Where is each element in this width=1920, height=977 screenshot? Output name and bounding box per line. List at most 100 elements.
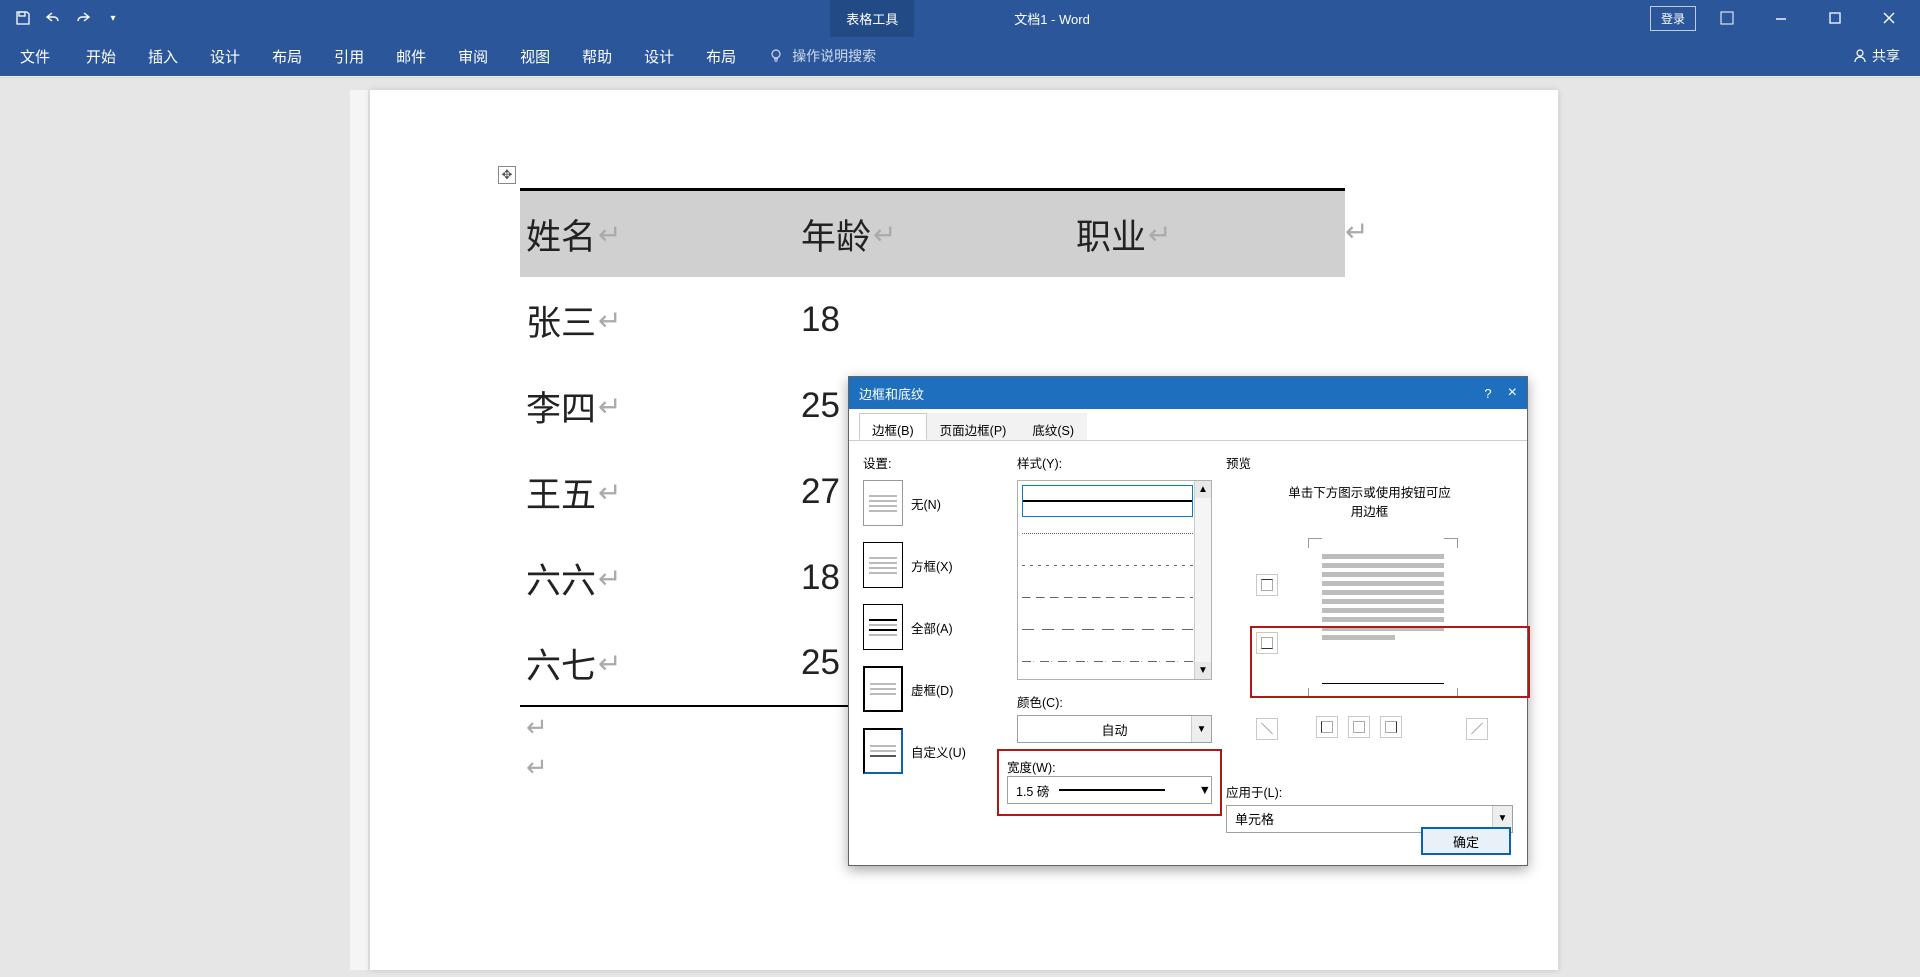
setting-none[interactable]: 无(N) [863, 480, 1003, 526]
borders-shading-dialog: 边框和底纹 ? × 边框(B) 页面边框(P) 底纹(S) 设置: 无(N) [848, 376, 1528, 866]
quick-access-toolbar: ▾ [0, 9, 122, 27]
ribbon-tabs: 文件 开始 插入 设计 布局 引用 邮件 审阅 视图 帮助 设计 布局 操作说明… [0, 36, 1920, 76]
tab-table-design[interactable]: 设计 [628, 36, 690, 76]
cell-job[interactable] [1070, 277, 1345, 363]
width-value: 1.5 磅 [1016, 781, 1049, 800]
cell-name[interactable]: 李四↵ [520, 363, 795, 449]
cell-name[interactable]: 王五↵ [520, 449, 795, 535]
style-listbox[interactable]: ▲ ▼ [1017, 480, 1212, 680]
ribbon-display-options-icon[interactable] [1704, 0, 1750, 36]
document-canvas: ✥ 姓名↵ 年龄↵ 职业↵ ↵ 张三↵ 18 李四↵ 25 王五↵ 27 [0, 78, 1920, 977]
document-title: 文档1 - Word [1014, 9, 1090, 28]
setting-custom[interactable]: 自定义(U) [863, 728, 1003, 774]
apply-to-value: 单元格 [1235, 809, 1274, 828]
tab-insert[interactable]: 插入 [132, 36, 194, 76]
cell-name[interactable]: 六六↵ [520, 535, 795, 621]
tab-view[interactable]: 视图 [504, 36, 566, 76]
setting-box-label: 方框(X) [911, 556, 953, 575]
setting-all-label: 全部(A) [911, 618, 953, 637]
tab-border[interactable]: 边框(B) [859, 413, 927, 440]
dialog-tabs: 边框(B) 页面边框(P) 底纹(S) [849, 409, 1527, 441]
style-scrollbar[interactable]: ▲ ▼ [1194, 481, 1211, 679]
dialog-title-text: 边框和底纹 [859, 384, 924, 403]
cell-age[interactable]: 18 [795, 277, 1070, 363]
cell-name[interactable]: 张三↵ [520, 277, 795, 363]
border-right-button[interactable] [1380, 716, 1402, 738]
style-long-dash[interactable] [1022, 613, 1193, 645]
style-dotted[interactable] [1022, 517, 1193, 549]
undo-icon[interactable] [44, 9, 62, 27]
qat-customize-icon[interactable]: ▾ [104, 9, 122, 27]
tab-home[interactable]: 开始 [70, 36, 132, 76]
tab-file[interactable]: 文件 [0, 36, 70, 76]
title-bar: ▾ 表格工具 文档1 - Word 登录 [0, 0, 1920, 36]
preview-highlight-box [1250, 626, 1530, 698]
color-combobox[interactable]: 自动 ▼ [1017, 715, 1212, 743]
minimize-icon[interactable] [1758, 0, 1804, 36]
width-combobox[interactable]: 1.5 磅 ▼ [1007, 776, 1212, 804]
maximize-icon[interactable] [1812, 0, 1858, 36]
preview-label: 预览 [1226, 453, 1513, 472]
vertical-ruler [350, 90, 368, 970]
tab-review[interactable]: 审阅 [442, 36, 504, 76]
save-icon[interactable] [14, 9, 32, 27]
dialog-body: 设置: 无(N) 方框(X) 全部(A) 虚框(D) [849, 441, 1527, 865]
header-cell-age[interactable]: 年龄↵ [795, 191, 1070, 277]
tab-mailings[interactable]: 邮件 [380, 36, 442, 76]
apply-to-group: 应用于(L): 单元格 ▼ [1226, 770, 1513, 833]
login-button[interactable]: 登录 [1650, 6, 1696, 31]
tab-layout[interactable]: 布局 [256, 36, 318, 76]
header-cell-job[interactable]: 职业↵ [1070, 191, 1345, 277]
dropdown-icon[interactable]: ▼ [1199, 783, 1211, 797]
apply-to-label: 应用于(L): [1226, 782, 1513, 801]
border-vmid-button[interactable] [1348, 716, 1370, 738]
preview-hint: 单击下方图示或使用按钮可应用边框 [1226, 484, 1513, 522]
scroll-down-icon[interactable]: ▼ [1195, 662, 1211, 679]
share-label: 共享 [1872, 46, 1900, 66]
dialog-close-icon[interactable]: × [1508, 384, 1517, 402]
tab-design[interactable]: 设计 [194, 36, 256, 76]
tell-me-search[interactable]: 操作说明搜索 [768, 36, 876, 76]
preview-frame [1226, 534, 1513, 734]
share-icon [1852, 48, 1868, 64]
border-diag-down-button[interactable] [1256, 718, 1278, 740]
tab-references[interactable]: 引用 [318, 36, 380, 76]
dropdown-icon[interactable]: ▼ [1191, 716, 1211, 742]
setting-custom-label: 自定义(U) [911, 742, 966, 761]
setting-grid[interactable]: 虚框(D) [863, 666, 1003, 712]
tab-help[interactable]: 帮助 [566, 36, 628, 76]
style-sparse-dash[interactable] [1022, 549, 1193, 581]
dialog-footer: 确定 [1421, 827, 1511, 855]
style-dash[interactable] [1022, 581, 1193, 613]
cell-name[interactable]: 六七↵ [520, 621, 795, 707]
share-button[interactable]: 共享 [1852, 36, 1920, 76]
table-move-handle-icon[interactable]: ✥ [498, 166, 516, 184]
tab-page-border[interactable]: 页面边框(P) [927, 413, 1020, 440]
table-header-row[interactable]: 姓名↵ 年龄↵ 职业↵ ↵ [520, 188, 1345, 277]
style-label: 样式(Y): [1017, 453, 1212, 472]
border-diag-up-button[interactable] [1466, 718, 1488, 740]
tab-table-layout[interactable]: 布局 [690, 36, 752, 76]
width-label: 宽度(W): [1007, 757, 1212, 776]
header-cell-name[interactable]: 姓名↵ [520, 191, 795, 277]
setting-box[interactable]: 方框(X) [863, 542, 1003, 588]
style-solid[interactable] [1022, 485, 1193, 517]
setting-column: 设置: 无(N) 方框(X) 全部(A) 虚框(D) [863, 453, 1003, 855]
ok-button[interactable]: 确定 [1421, 827, 1511, 855]
setting-all[interactable]: 全部(A) [863, 604, 1003, 650]
tell-me-placeholder: 操作说明搜索 [792, 46, 876, 66]
lightbulb-icon [768, 48, 784, 64]
setting-grid-label: 虚框(D) [911, 680, 953, 699]
dialog-help-icon[interactable]: ? [1484, 386, 1491, 401]
border-left-button[interactable] [1316, 716, 1338, 738]
style-dash-dot[interactable] [1022, 645, 1193, 677]
setting-label: 设置: [863, 453, 1003, 472]
dialog-title-bar[interactable]: 边框和底纹 ? × [849, 377, 1527, 409]
tab-shading[interactable]: 底纹(S) [1019, 413, 1087, 440]
setting-none-label: 无(N) [911, 494, 941, 513]
redo-icon[interactable] [74, 9, 92, 27]
table-row[interactable]: 张三↵ 18 [520, 277, 1345, 363]
close-icon[interactable] [1866, 0, 1912, 36]
scroll-up-icon[interactable]: ▲ [1195, 481, 1211, 498]
border-top-button[interactable] [1256, 574, 1278, 596]
